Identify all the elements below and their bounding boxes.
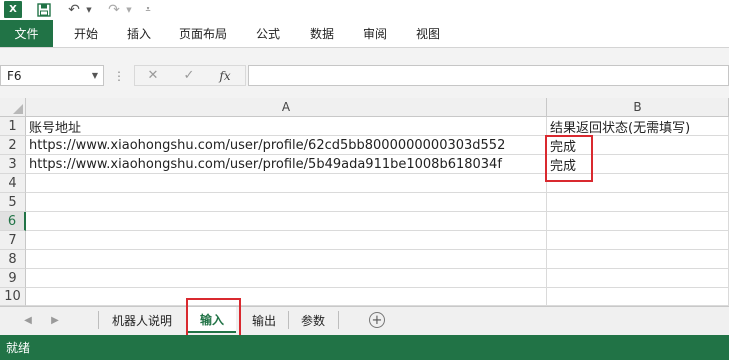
select-all-triangle-icon (13, 104, 23, 114)
column-header-a[interactable]: A (26, 98, 547, 117)
cell-a2[interactable]: https://www.xiaohongshu.com/user/profile… (26, 136, 547, 155)
column-header-b[interactable]: B (547, 98, 729, 117)
insert-function-button[interactable]: fx (214, 66, 236, 85)
tab-review[interactable]: 审阅 (363, 20, 387, 47)
redo-icon[interactable]: ↷ (104, 1, 124, 19)
highlight-box-result (545, 135, 593, 182)
row-header[interactable]: 2 (0, 136, 26, 155)
row-header[interactable]: 5 (0, 193, 26, 212)
sheet-tab-robot-info[interactable]: 机器人说明 (100, 307, 184, 333)
cell-b8[interactable] (547, 250, 729, 269)
tab-separator (98, 311, 99, 329)
tab-formulas[interactable]: 公式 (256, 20, 280, 47)
cell-a9[interactable] (26, 269, 547, 288)
undo-dropdown-icon[interactable]: ▼ (84, 1, 94, 19)
redo-dropdown-icon[interactable]: ▼ (124, 1, 134, 19)
row-header[interactable]: 8 (0, 250, 26, 269)
status-bar: 就绪 (0, 335, 729, 360)
tab-separator (288, 311, 289, 329)
sheet-tab-params[interactable]: 参数 (290, 307, 336, 333)
row-header[interactable]: 4 (0, 174, 26, 193)
formula-input[interactable] (248, 65, 729, 86)
cell-b10[interactable] (547, 288, 729, 306)
row-header[interactable]: 9 (0, 269, 26, 288)
row-header[interactable]: 7 (0, 231, 26, 250)
row-header[interactable]: 1 (0, 117, 26, 136)
customize-icon[interactable]: ⩡ (142, 1, 154, 19)
add-sheet-icon[interactable]: + (369, 312, 385, 328)
scroll-right-icon[interactable]: ▶ (47, 312, 63, 328)
tab-home[interactable]: 开始 (74, 20, 98, 47)
tab-insert[interactable]: 插入 (127, 20, 151, 47)
more-icon: ⋮ (113, 68, 125, 83)
name-box-dropdown-icon[interactable]: ▼ (88, 66, 102, 85)
row-header[interactable]: 10 (0, 288, 26, 306)
cell-b5[interactable] (547, 193, 729, 212)
cell-a4[interactable] (26, 174, 547, 193)
tab-page-layout[interactable]: 页面布局 (179, 20, 227, 47)
enter-icon[interactable]: ✓ (178, 66, 200, 85)
save-icon[interactable] (34, 1, 54, 19)
tab-data[interactable]: 数据 (310, 20, 334, 47)
cell-b1[interactable]: 结果返回状态(无需填写) (547, 117, 729, 136)
row-header[interactable]: 3 (0, 155, 26, 174)
undo-icon[interactable]: ↶ (64, 1, 84, 19)
tab-file[interactable]: 文件 (0, 20, 53, 47)
cell-a6[interactable] (26, 212, 547, 231)
cell-a10[interactable] (26, 288, 547, 306)
cell-b6[interactable] (547, 212, 729, 231)
tab-separator (338, 311, 339, 329)
cell-a3[interactable]: https://www.xiaohongshu.com/user/profile… (26, 155, 547, 174)
tab-view[interactable]: 视图 (416, 20, 440, 47)
cell-a8[interactable] (26, 250, 547, 269)
scroll-left-icon[interactable]: ◀ (20, 312, 36, 328)
cell-a1[interactable]: 账号地址 (26, 117, 547, 136)
cell-a5[interactable] (26, 193, 547, 212)
row-header-selected[interactable]: 6 (0, 212, 26, 231)
cancel-icon[interactable]: ✕ (142, 66, 164, 85)
highlight-box-input-tab (186, 298, 241, 339)
cell-b9[interactable] (547, 269, 729, 288)
excel-logo-icon: X (4, 1, 22, 18)
cell-a7[interactable] (26, 231, 547, 250)
cell-b7[interactable] (547, 231, 729, 250)
sheet-tab-output[interactable]: 输出 (242, 307, 286, 333)
